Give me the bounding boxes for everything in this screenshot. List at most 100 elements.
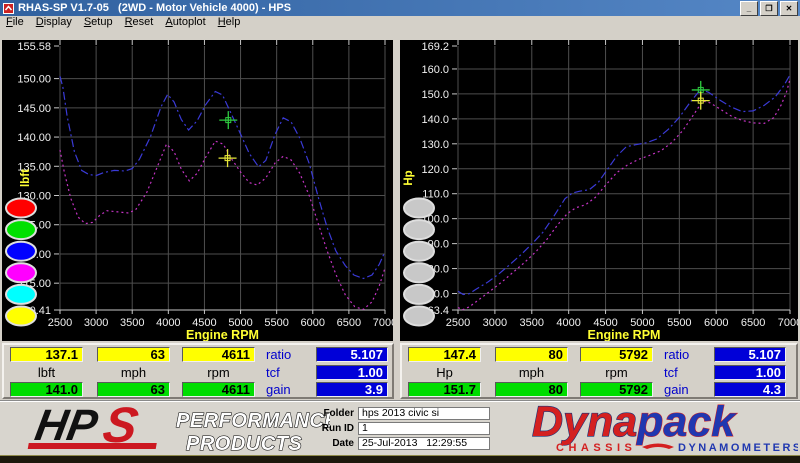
svg-text:Dynapack: Dynapack [532, 403, 737, 446]
power-plot-area[interactable]: 2500300035004000450050005500600065007000… [400, 40, 798, 341]
torque-stat-value-ratio: 5.107 [316, 347, 388, 362]
window-controls: _ ❐ ✕ [738, 0, 798, 16]
power-channel-button-3[interactable] [403, 240, 435, 262]
torque-channel-button-6[interactable] [5, 305, 37, 327]
torque-x-tick-label: 3000 [84, 317, 108, 329]
power-live-value-Hp: 147.4 [408, 347, 481, 362]
torque-stat-label-gain: gain [266, 382, 291, 397]
power-stat-label-ratio: ratio [664, 347, 690, 362]
title-bar: RHAS-SP V1.7-05 (2WD - Motor Vehicle 400… [0, 0, 800, 16]
torque-x-tick-label: 6500 [337, 317, 361, 329]
field-label-folder: Folder [323, 408, 354, 419]
field-input-run-id[interactable]: 1 [358, 422, 490, 435]
torque-y-tick-label: 140.00 [17, 132, 51, 144]
torque-plot-area[interactable]: 2500300035004000450050005500600065007000… [2, 40, 393, 341]
app-icon [3, 2, 14, 14]
torque-stat-value-gain: 3.9 [316, 382, 388, 397]
torque-x-tick-label: 7000 [373, 317, 393, 329]
cursor-marker-green[interactable] [219, 111, 238, 130]
power-stat-value-tcf: 1.00 [714, 365, 786, 380]
torque-live-value-mph: 63 [97, 347, 170, 362]
torque-unit-label-mph: mph [120, 365, 147, 380]
power-x-tick-label: 6500 [741, 317, 765, 329]
torque-x-tick-label: 5500 [264, 317, 288, 329]
power-channel-button-4[interactable] [403, 262, 435, 284]
dynapack-logo: Dynapack CHASSIS DYNAMOMETERS [531, 403, 798, 454]
field-label-date: Date [332, 438, 354, 449]
power-channel-button-6[interactable] [403, 305, 435, 327]
cursor-marker-yellow[interactable] [218, 149, 237, 168]
footer-bar: HP S PERFORMANCE PRODUCTS Folder hps 2013… [0, 400, 800, 456]
minimize-button[interactable]: _ [740, 0, 758, 16]
hps-logo-hp: HP [32, 402, 102, 450]
torque-stat-label-ratio: ratio [266, 347, 292, 362]
torque-channel-button-4[interactable] [5, 262, 37, 284]
power-x-tick-label: 2500 [446, 317, 470, 329]
power-x-axis-label: Engine RPM [588, 328, 661, 341]
torque-channel-button-3[interactable] [5, 240, 37, 262]
torque-y-tick-label: 145.00 [17, 103, 51, 115]
menu-item-reset[interactable]: Reset [119, 16, 160, 28]
power-peak-value-mph: 80 [495, 382, 568, 397]
power-stat-label-tcf: tcf [664, 365, 678, 380]
hps-performance-text: PERFORMANCE [176, 410, 330, 432]
torque-channel-button-1[interactable] [5, 197, 37, 219]
torque-x-axis-label: Engine RPM [186, 328, 259, 341]
torque-stat-value-tcf: 1.00 [316, 365, 388, 380]
torque-unit-label-lbft: lbft [37, 365, 56, 380]
torque-peak-value-lbft: 141.0 [10, 382, 83, 397]
power-x-tick-label: 6000 [704, 317, 728, 329]
current-run-torque-curve [59, 76, 386, 280]
power-x-tick-label: 3000 [483, 317, 507, 329]
close-button[interactable]: ✕ [780, 0, 798, 16]
menu-item-autoplot[interactable]: Autoplot [159, 16, 211, 28]
reference-run-power-curve [457, 79, 791, 311]
torque-chart-panel[interactable]: 2500300035004000450050005500600065007000… [2, 40, 393, 341]
torque-y-tick-label: 150.00 [17, 74, 51, 86]
power-stat-value-gain: 4.3 [714, 382, 786, 397]
bottom-edge-strip [0, 455, 800, 463]
dynapack-dynamometers-text: DYNAMOMETERS [678, 442, 798, 454]
readout-panel-right: 147.4 80 5792 Hp mph rpm 151.7 80 5792 ratio 5.107… [400, 343, 798, 399]
hps-logo: HP S PERFORMANCE PRODUCTS [27, 402, 330, 455]
power-live-value-mph: 80 [495, 347, 568, 362]
power-stat-value-ratio: 5.107 [714, 347, 786, 362]
power-unit-label-rpm: rpm [605, 365, 628, 380]
torque-peak-value-mph: 63 [97, 382, 170, 397]
torque-channel-button-5[interactable] [5, 283, 37, 305]
window-title: RHAS-SP V1.7-05 (2WD - Motor Vehicle 400… [18, 2, 292, 14]
power-y-tick-label: 160.0 [421, 64, 449, 76]
power-chart-panel[interactable]: 2500300035004000450050005500600065007000… [400, 40, 798, 341]
power-peak-value-rpm: 5792 [580, 382, 653, 397]
menu-item-help[interactable]: Help [212, 16, 247, 28]
field-input-folder[interactable]: hps 2013 civic si [358, 407, 490, 420]
power-channel-button-1[interactable] [403, 197, 435, 219]
dynapack-logo-dyna: Dyna [532, 403, 637, 446]
dyno-app-window: RHAS-SP V1.7-05 (2WD - Motor Vehicle 400… [0, 0, 800, 463]
power-y-tick-label: 130.0 [421, 139, 449, 151]
power-unit-label-mph: mph [518, 365, 545, 380]
torque-y-tick-label: 155.58 [17, 41, 51, 53]
field-input-date[interactable]: 25-Jul-2013 12:29:55 [358, 437, 490, 450]
torque-y-axis-label: lbft [20, 169, 32, 187]
menu-item-setup[interactable]: Setup [78, 16, 119, 28]
power-x-tick-label: 7000 [778, 317, 798, 329]
power-peak-value-Hp: 151.7 [408, 382, 481, 397]
power-chart-header: Power:Correction Method: NONE [394, 28, 800, 52]
torque-x-tick-label: 4000 [156, 317, 180, 329]
torque-x-tick-label: 2500 [48, 317, 72, 329]
restore-button[interactable]: ❐ [760, 0, 778, 16]
menu-item-display[interactable]: Display [30, 16, 78, 28]
menu-item-file[interactable]: File [0, 16, 30, 28]
hps-products-text: PRODUCTS [186, 433, 302, 455]
power-x-tick-label: 3500 [520, 317, 544, 329]
torque-x-tick-label: 3500 [120, 317, 144, 329]
menu-bar: File Display Setup Reset Autoplot Help [0, 16, 800, 28]
power-channel-button-2[interactable] [403, 219, 435, 241]
torque-channel-button-2[interactable] [5, 219, 37, 241]
power-channel-button-5[interactable] [403, 283, 435, 305]
power-y-tick-label: 140.0 [421, 114, 449, 126]
power-live-value-rpm: 5792 [580, 347, 653, 362]
torque-live-value-lbft: 137.1 [10, 347, 83, 362]
power-x-tick-label: 4000 [556, 317, 580, 329]
